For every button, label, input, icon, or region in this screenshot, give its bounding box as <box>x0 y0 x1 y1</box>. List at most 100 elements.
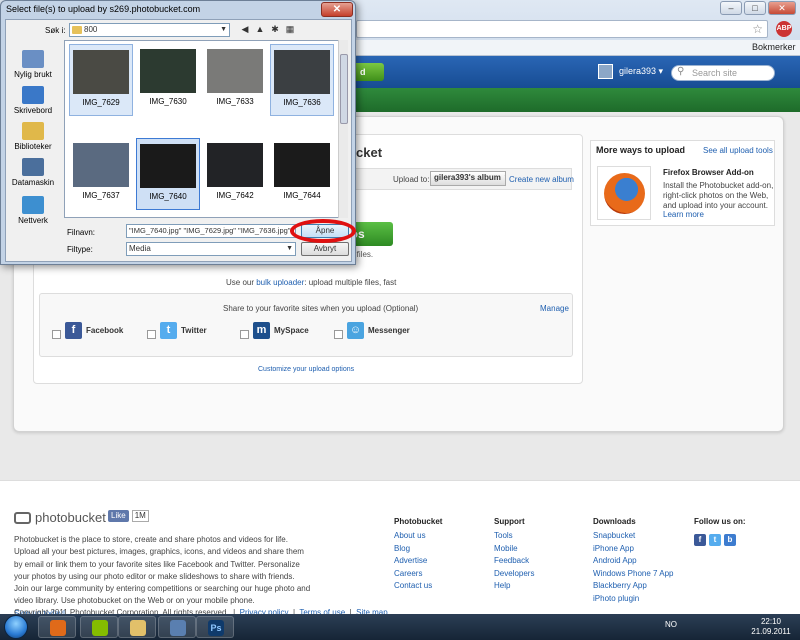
footer-about-line: Photobucket is the place to store, creat… <box>14 535 288 544</box>
look-in-select[interactable]: 800 ▼ <box>69 23 230 37</box>
customize-upload-link[interactable]: Customize your upload options <box>258 366 354 373</box>
footer-link[interactable]: Careers <box>394 568 442 581</box>
up-folder-icon[interactable]: ▲ <box>254 23 266 35</box>
footer-link[interactable]: Snapbucket <box>593 530 674 543</box>
file-name: IMG_7633 <box>216 97 254 106</box>
bookmark-star-icon[interactable]: ☆ <box>752 22 763 36</box>
firefox-logo-icon[interactable] <box>597 166 651 220</box>
taskbar-photoshop[interactable]: Ps <box>196 616 234 638</box>
file-thumbnail[interactable]: IMG_7633 <box>203 44 267 116</box>
close-window-button[interactable]: ✕ <box>768 1 796 15</box>
start-button[interactable] <box>4 615 28 639</box>
scroll-thumb[interactable] <box>340 54 348 124</box>
new-folder-icon[interactable]: ✱ <box>269 23 281 35</box>
file-thumbnail[interactable]: IMG_7640 <box>136 138 200 210</box>
view-menu-icon[interactable]: ▦ <box>284 23 296 35</box>
footer-link[interactable]: Blackberry App <box>593 580 674 593</box>
look-in-label: Søk i: <box>45 26 66 35</box>
chevron-down-icon: ▼ <box>286 245 293 252</box>
file-thumbnail[interactable]: IMG_7644 <box>270 138 334 210</box>
share-checkbox[interactable] <box>240 330 249 339</box>
footer-link[interactable]: Advertise <box>394 555 442 568</box>
file-thumbnail[interactable]: IMG_7629 <box>69 44 133 116</box>
place-label: Nylig brukt <box>14 70 52 79</box>
language-indicator[interactable]: NO <box>665 620 677 629</box>
follow-icons: ftb <box>694 534 736 546</box>
share-label: MySpace <box>274 326 309 335</box>
album-select[interactable]: gilera393's album ▼ <box>430 171 506 186</box>
taskbar-screen[interactable] <box>158 616 196 638</box>
footer-about-line: your photos by using our photo editor or… <box>14 571 295 581</box>
facebook-icon[interactable]: f <box>694 534 706 546</box>
file-view[interactable]: IMG_7629 IMG_7630 IMG_7633 IMG_7636 IMG_7637… <box>64 40 348 218</box>
place-skrivebord[interactable]: Skrivebord <box>6 86 60 115</box>
open-button[interactable]: Åpne <box>301 224 349 238</box>
addon-description: Install the Photobucket add-on, right-cl… <box>663 181 774 210</box>
manage-link[interactable]: Manage <box>540 304 569 313</box>
footer-link[interactable]: Android App <box>593 555 674 568</box>
avatar[interactable] <box>598 64 613 79</box>
share-checkbox[interactable] <box>334 330 343 339</box>
facebook-like-widget[interactable]: Like 1M <box>108 510 149 522</box>
footer-link[interactable]: iPhoto plugin <box>593 593 674 606</box>
address-bar[interactable]: ☆ <box>356 20 768 38</box>
taskbar-spotify[interactable] <box>80 616 118 638</box>
place-nylig-brukt[interactable]: Nylig brukt <box>6 50 60 79</box>
place-biblioteker[interactable]: Biblioteker <box>6 122 60 151</box>
photoshop-icon: Ps <box>208 620 224 636</box>
chevron-down-icon: ▼ <box>220 26 227 33</box>
back-icon[interactable]: ◀ <box>239 23 251 35</box>
file-thumbnail[interactable]: IMG_7636 <box>270 44 334 116</box>
footer-link[interactable]: Blog <box>394 543 442 556</box>
footer-link[interactable]: Contact us <box>394 580 442 593</box>
footer-link[interactable]: iPhone App <box>593 543 674 556</box>
see-all-tools-link[interactable]: See all upload tools <box>703 146 773 155</box>
places-bar: Nylig brukt Skrivebord Biblioteker Datamask… <box>6 42 60 257</box>
dialog-close-button[interactable]: ✕ <box>321 2 353 17</box>
footer-link[interactable]: Developers <box>494 568 534 581</box>
footer-link[interactable]: Tools <box>494 530 534 543</box>
file-name: IMG_7642 <box>216 191 254 200</box>
photobucket-logo[interactable]: photobucket <box>14 510 106 525</box>
share-checkbox[interactable] <box>147 330 156 339</box>
file-thumbnail[interactable]: IMG_7637 <box>69 138 133 210</box>
place-label: Datamaskin <box>11 178 55 187</box>
learn-more-link[interactable]: Learn more <box>663 210 704 219</box>
footer-link[interactable]: Feedback <box>494 555 534 568</box>
taskbar-explorer[interactable] <box>118 616 156 638</box>
search-icon: ⚲ <box>677 66 685 77</box>
taskbar-firefox[interactable] <box>38 616 76 638</box>
adblock-icon[interactable]: ABP <box>776 21 792 37</box>
filename-input[interactable]: "IMG_7640.jpg" "IMG_7629.jpg" "IMG_7636.… <box>126 224 296 238</box>
footer-link[interactable]: About us <box>394 530 442 543</box>
file-thumbnail[interactable]: IMG_7642 <box>203 138 267 210</box>
like-button[interactable]: Like <box>108 510 129 522</box>
file-thumbnail[interactable]: IMG_7630 <box>136 44 200 116</box>
maximize-button[interactable]: □ <box>744 1 766 15</box>
blog-icon[interactable]: b <box>724 534 736 546</box>
share-checkbox[interactable] <box>52 330 61 339</box>
filetype-select[interactable]: Media ▼ <box>126 242 296 256</box>
facebook-icon: f <box>65 322 82 339</box>
cancel-button[interactable]: Avbryt <box>301 242 349 256</box>
bookmarks-menu[interactable]: Bokmerker <box>752 42 796 52</box>
footer-link[interactable]: Mobile <box>494 543 534 556</box>
create-album-link[interactable]: Create new album <box>509 175 574 184</box>
footer-link[interactable]: Windows Phone 7 App <box>593 568 674 581</box>
minimize-button[interactable]: – <box>720 1 742 15</box>
search-input[interactable]: ⚲ Search site <box>671 65 775 81</box>
twitter-icon[interactable]: t <box>709 534 721 546</box>
clock[interactable]: 22:10 21.09.2011 <box>746 617 796 637</box>
photo-thumbnail <box>207 143 263 187</box>
user-menu[interactable]: gilera393 ▾ <box>619 66 663 77</box>
place-nettverk[interactable]: Nettverk <box>6 196 60 225</box>
bulk-uploader-link[interactable]: bulk uploader <box>256 278 304 287</box>
footer-link[interactable]: Help <box>494 580 534 593</box>
footer-column-heading: Support <box>494 517 525 526</box>
upload-now-button[interactable]: d now <box>354 63 384 95</box>
place-datamaskin[interactable]: Datamaskin <box>6 158 60 187</box>
footer-column: Support Tools Mobile Feedback Developers Help <box>494 517 534 593</box>
spotify-icon <box>92 620 108 636</box>
file-view-scrollbar[interactable] <box>338 40 348 218</box>
bulk-uploader-line: Use our bulk uploader: upload multiple f… <box>226 278 397 287</box>
